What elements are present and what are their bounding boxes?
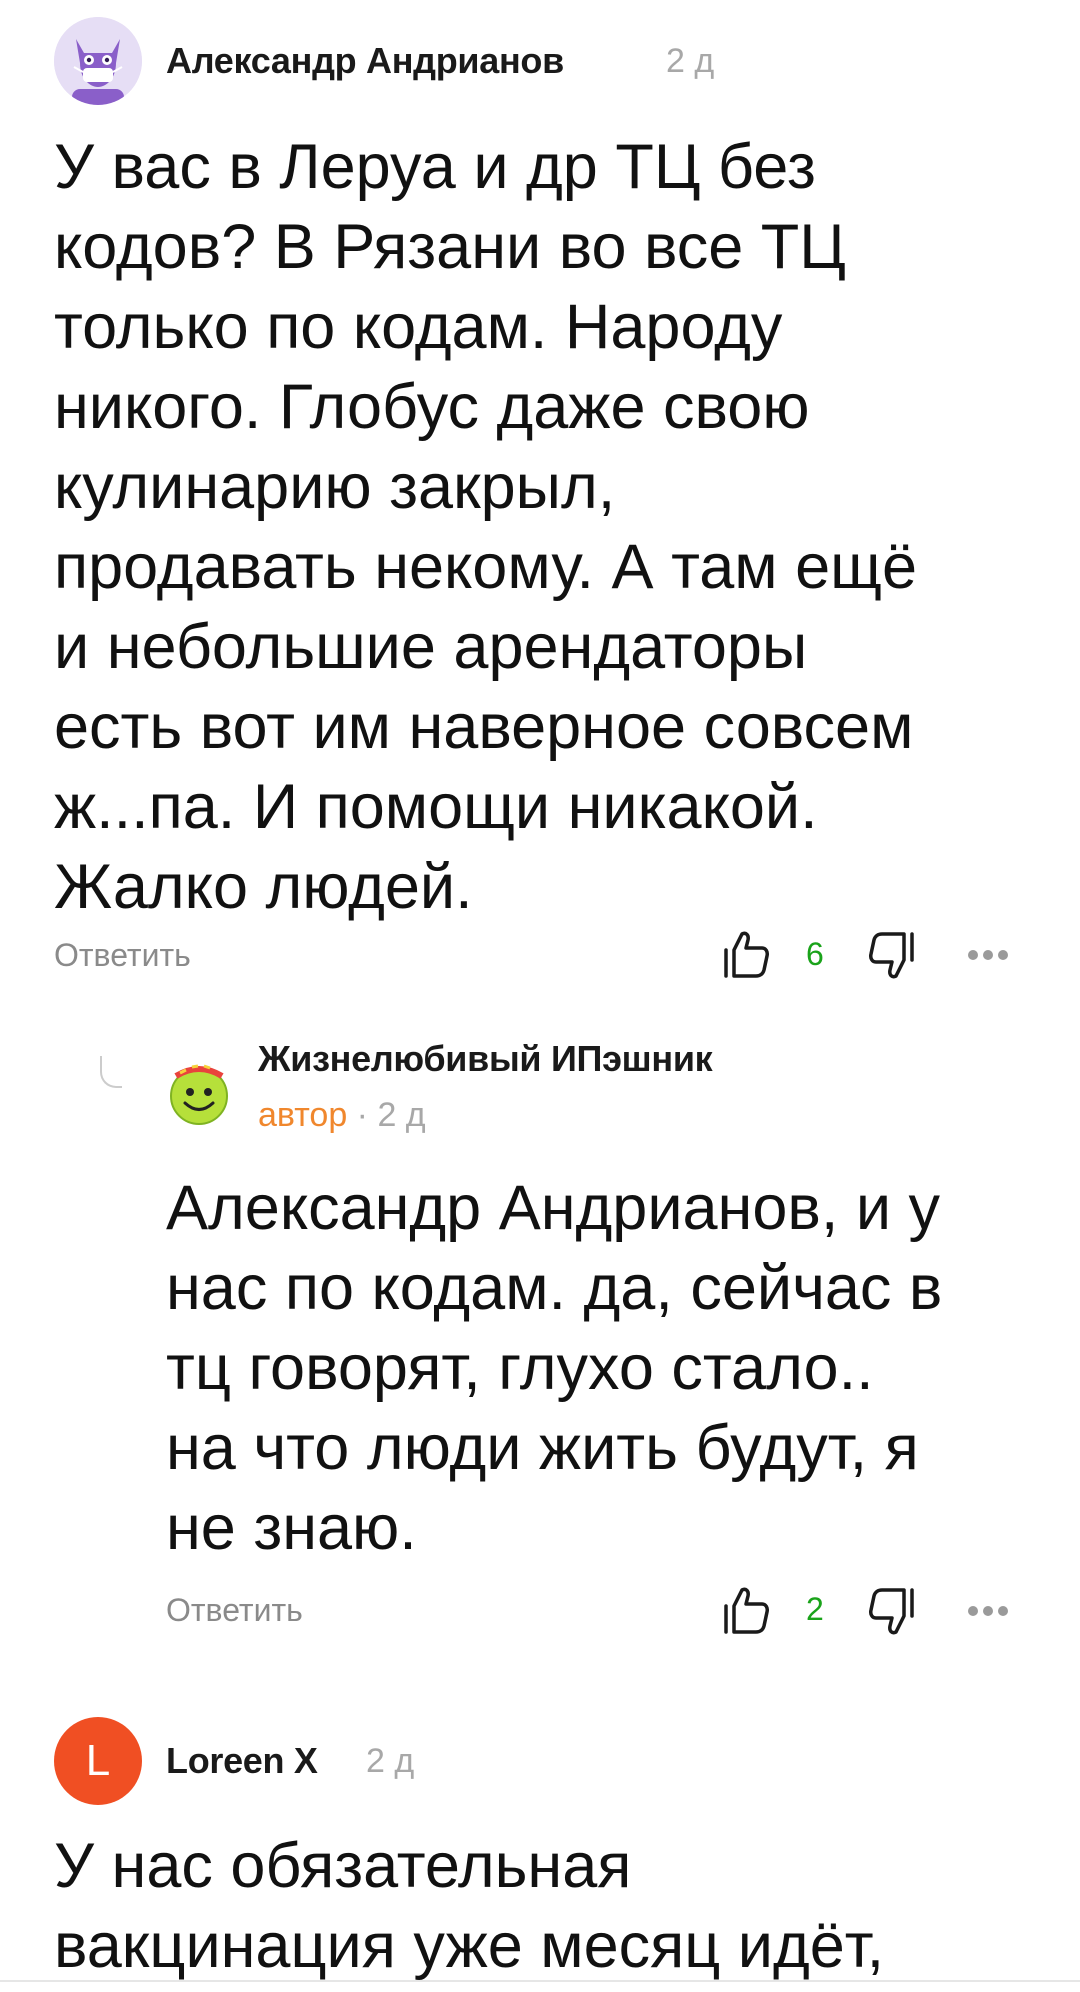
smiley-face-icon [170,1064,228,1125]
more-dots-icon [968,1606,1008,1616]
author-name[interactable]: Loreen X [166,1740,318,1782]
author-name[interactable]: Жизнелюбивый ИПэшник [258,1038,713,1080]
author-name[interactable]: Александр Андрианов [166,40,564,82]
avatar[interactable]: L [54,1717,142,1805]
comment-time: 2 д [666,42,715,80]
reply-button[interactable]: Ответить [166,1592,303,1629]
comment-time: 2 д [366,1742,415,1780]
more-options-button[interactable] [966,1601,1010,1621]
like-button[interactable] [722,1584,772,1636]
more-dots-icon [968,950,1008,960]
thumbs-down-icon [869,1588,914,1635]
more-options-button[interactable] [966,945,1010,965]
comment: L Loreen X 2 д У нас обязательная вакцин… [0,1680,1080,1992]
reply-comment: Жизнелюбивый ИПэшник автор · 2 д Алексан… [0,1000,1080,1680]
author-meta: автор · 2 д [258,1096,426,1135]
comment-text: У нас обязательная вакцинация уже месяц … [54,1831,885,1981]
author-badge: автор [258,1096,348,1134]
avatar-letter: L [85,1736,111,1785]
thumbs-up-icon [724,1587,769,1634]
bottom-divider [0,1980,1080,1982]
avatar[interactable] [54,17,142,105]
comment: Александр Андрианов 2 д У вас в Леруа и … [0,0,1080,1000]
comment-text: У вас в Леруа и др ТЦ без кодов? В Рязан… [54,132,917,922]
meta-separator: · [347,1096,378,1134]
like-button[interactable] [722,928,772,980]
reply-thread-line-icon [100,1056,122,1088]
avatar[interactable] [166,1060,232,1126]
dislike-button[interactable] [866,930,916,982]
reply-button[interactable]: Ответить [54,937,191,974]
comment-text: Александр Андрианов, и у нас по кодам. д… [166,1173,943,1563]
cat-with-mask-icon [54,17,142,105]
like-count: 6 [806,936,824,972]
comment-time: 2 д [377,1096,426,1134]
thumbs-down-icon [869,932,914,979]
dislike-button[interactable] [866,1586,916,1638]
like-count: 2 [806,1591,824,1627]
thumbs-up-icon [724,931,769,978]
